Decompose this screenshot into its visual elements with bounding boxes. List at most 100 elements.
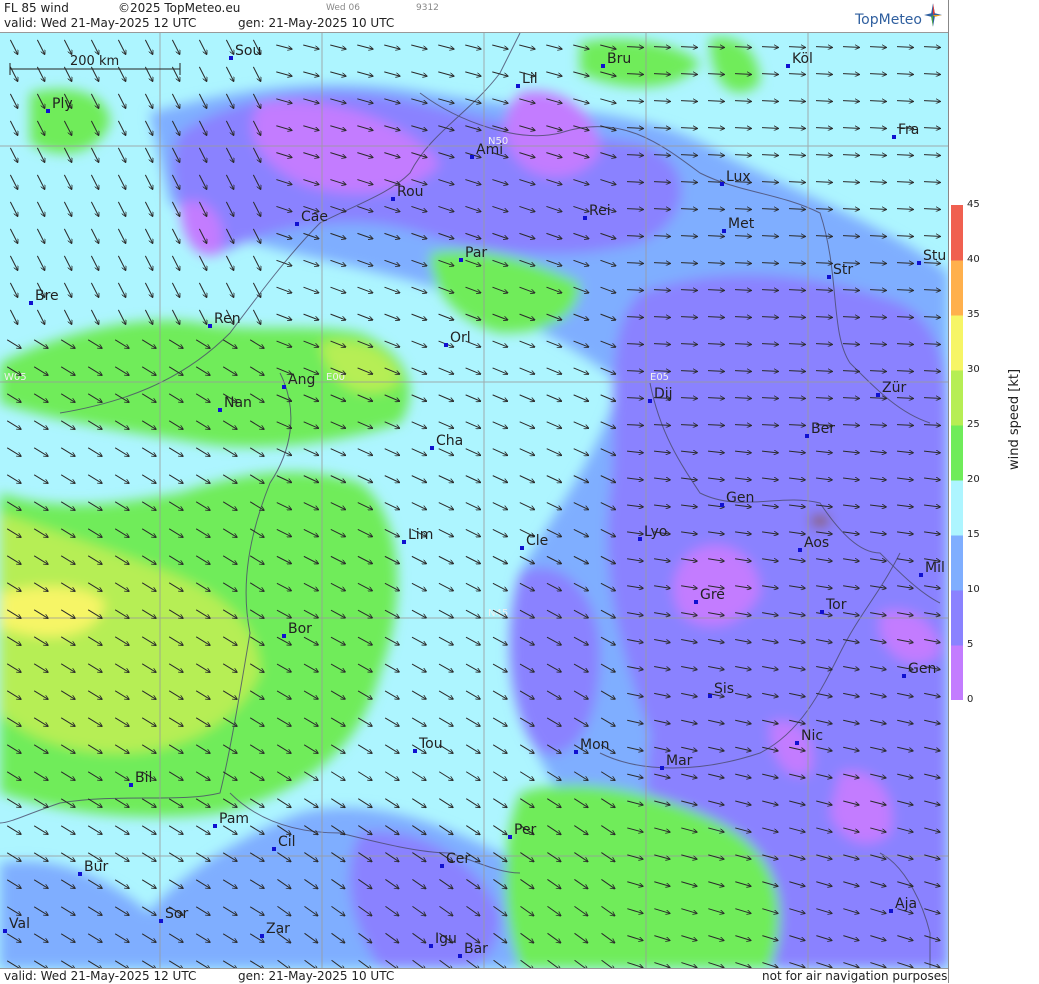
city-label: Igu	[435, 931, 457, 947]
city-marker	[876, 393, 880, 397]
city-marker	[402, 540, 406, 544]
city-marker	[722, 229, 726, 233]
city-marker	[601, 64, 605, 68]
city-marker	[429, 944, 433, 948]
scale-bar-label: 200 km	[70, 54, 119, 69]
city-label: Met	[728, 216, 755, 232]
map-header: FL 85 wind ©2025 TopMeteo.eu Wed 06 9312…	[0, 0, 948, 33]
city-marker	[46, 109, 50, 113]
city-marker	[3, 929, 7, 933]
generation-time: gen: 21-May-2025 10 UTC	[238, 16, 395, 30]
legend-color-segment	[951, 425, 963, 481]
city-label: Str	[833, 262, 853, 278]
legend-color-segment	[951, 645, 963, 700]
city-label: Cer	[446, 851, 470, 867]
city-label: Ber	[811, 421, 835, 437]
city-marker	[430, 446, 434, 450]
city-marker	[648, 399, 652, 403]
city-marker	[282, 634, 286, 638]
grid-label-w05: W05	[4, 372, 27, 383]
footer-generation-time: gen: 21-May-2025 10 UTC	[238, 969, 395, 983]
city-label: Bor	[288, 621, 312, 637]
city-marker	[574, 750, 578, 754]
city-label: Par	[465, 245, 487, 261]
legend-tick-label: 20	[967, 474, 980, 485]
legend-color-segment	[951, 205, 963, 261]
brand-logo-text: TopMeteo	[855, 12, 922, 28]
city-label: Tor	[825, 597, 847, 613]
city-marker	[889, 909, 893, 913]
city-marker	[282, 385, 286, 389]
city-label: Nic	[801, 728, 823, 744]
city-marker	[272, 847, 276, 851]
city-marker	[795, 741, 799, 745]
legend-tick-label: 25	[967, 419, 980, 430]
city-marker	[444, 343, 448, 347]
city-marker	[440, 864, 444, 868]
city-marker	[208, 324, 212, 328]
city-label: Aos	[804, 535, 829, 551]
city-label: Val	[9, 916, 30, 932]
footer-valid-time: valid: Wed 21-May-2025 12 UTC	[4, 969, 197, 983]
grid-label-e05: E05	[650, 372, 669, 383]
city-marker	[583, 216, 587, 220]
map-footer: valid: Wed 21-May-2025 12 UTC gen: 21-Ma…	[0, 968, 948, 984]
city-marker	[786, 64, 790, 68]
city-label: Bre	[35, 288, 59, 304]
city-marker	[458, 954, 462, 958]
day-code: Wed 06	[326, 3, 360, 13]
city-marker	[508, 835, 512, 839]
city-marker	[218, 408, 222, 412]
city-marker	[805, 434, 809, 438]
city-marker	[129, 783, 133, 787]
city-label: Nan	[224, 395, 252, 411]
city-label: Rou	[397, 184, 424, 200]
city-marker	[694, 600, 698, 604]
city-marker	[660, 766, 664, 770]
legend-tick-label: 30	[967, 364, 980, 375]
city-marker	[295, 222, 299, 226]
city-label: Ren	[214, 311, 241, 327]
city-marker	[213, 824, 217, 828]
city-marker	[638, 537, 642, 541]
grid-label-e00: E00	[326, 372, 345, 383]
city-label: Sis	[714, 681, 734, 697]
legend-tick-label: 15	[967, 529, 980, 540]
wind-speed-legend: 45 40 35 30 25 20 15 10 5 0 wind speed [kt]	[948, 0, 1039, 983]
city-marker	[827, 275, 831, 279]
city-label: Bru	[607, 51, 631, 67]
city-label: Tou	[418, 736, 443, 752]
city-marker	[391, 197, 395, 201]
legend-tick-label: 35	[967, 309, 980, 320]
city-marker	[459, 258, 463, 262]
city-label: Lux	[726, 169, 751, 185]
wind-map[interactable]: N50 N45 W05 E00 E05 200 km SouBruKölLilP…	[0, 33, 948, 968]
city-label: Cha	[436, 433, 463, 449]
compass-logo-icon	[924, 3, 942, 27]
city-marker	[919, 573, 923, 577]
city-marker	[720, 182, 724, 186]
city-label: Bur	[84, 859, 108, 875]
city-label: Fra	[898, 122, 919, 138]
city-label: Dij	[654, 386, 673, 402]
city-label: Cil	[278, 834, 296, 850]
legend-color-segment	[951, 535, 963, 591]
city-marker	[892, 135, 896, 139]
city-marker	[820, 610, 824, 614]
legend-color-segment	[951, 480, 963, 536]
city-marker	[413, 749, 417, 753]
city-label: Cae	[301, 209, 328, 225]
legend-tick-label: 5	[967, 639, 974, 650]
city-marker	[159, 919, 163, 923]
city-label: Orl	[450, 330, 471, 346]
city-marker	[516, 84, 520, 88]
product-title: FL 85 wind	[4, 1, 69, 15]
city-label: Cle	[526, 533, 548, 549]
legend-color-segment	[951, 370, 963, 426]
legend-tick-label: 40	[967, 254, 980, 265]
legend-tick-label: 0	[967, 694, 974, 705]
city-label: Zar	[266, 921, 290, 937]
legend-unit-label: wind speed [kt]	[1007, 368, 1022, 470]
city-label: Zür	[882, 380, 906, 396]
city-marker	[520, 546, 524, 550]
